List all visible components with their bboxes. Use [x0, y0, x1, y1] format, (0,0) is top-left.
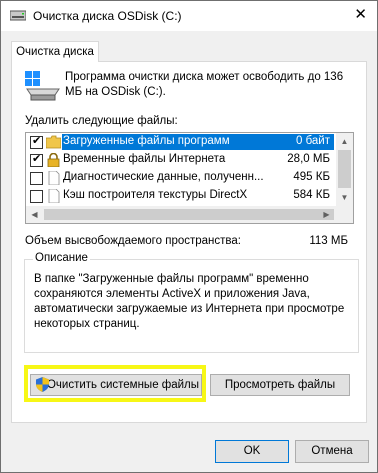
list-item-size: 495 КБ [293, 171, 330, 183]
intro-text: Программа очистки диска может освободить… [65, 71, 344, 98]
checkbox[interactable] [30, 190, 43, 203]
files-to-delete-label: Удалить следующие файлы: [25, 115, 178, 127]
cleanup-system-files-label: Очистить системные файлы [46, 379, 200, 391]
list-item[interactable]: ✔ Временные файлы Интернета 28,0 МБ [26, 151, 353, 169]
disk-cleanup-dialog: Очистка диска OSDisk (C:) ✕ Очистка диск… [0, 0, 378, 473]
cancel-button[interactable]: Отмена [295, 440, 369, 463]
checkmark-icon: ✔ [32, 153, 42, 165]
title-bar: Очистка диска OSDisk (C:) ✕ [1, 1, 377, 31]
checkmark-icon: ✔ [32, 135, 42, 147]
list-item-size: 584 КБ [293, 189, 330, 201]
uac-shield-icon [36, 377, 49, 392]
description-text: В папке "Загруженные файлы программ" вре… [34, 273, 345, 330]
list-item-name: Кэш построителя текстуры DirectX [63, 189, 248, 201]
scroll-thumb[interactable] [338, 150, 351, 188]
folder-icon [46, 135, 61, 149]
list-item-size: 0 байт [295, 135, 330, 147]
list-item-name: Загруженные файлы программ [63, 135, 230, 147]
description-legend: Описание [33, 252, 90, 264]
scroll-right-icon[interactable]: ▶ [318, 206, 335, 223]
scroll-down-icon[interactable]: ▼ [336, 189, 353, 206]
vertical-scrollbar[interactable]: ▲ ▼ [336, 133, 353, 206]
scroll-left-icon[interactable]: ◀ [26, 206, 43, 223]
checkbox[interactable]: ✔ [30, 135, 43, 149]
window-title: Очистка диска OSDisk (C:) [33, 9, 182, 23]
ok-button[interactable]: OK [215, 440, 289, 463]
file-icon [48, 189, 60, 203]
file-icon [48, 171, 60, 185]
drive-icon [25, 71, 60, 101]
scroll-corner [336, 206, 353, 223]
horizontal-scrollbar[interactable]: ◀ ▶ [26, 206, 353, 223]
list-item[interactable]: ✔ Загруженные файлы программ 0 байт [26, 133, 353, 151]
disk-cleanup-icon [10, 10, 26, 21]
checkbox[interactable]: ✔ [30, 153, 43, 167]
list-item[interactable]: Диагностические данные, полученн... 495 … [26, 169, 353, 187]
files-list: ✔ Загруженные файлы программ 0 байт ✔ Вр… [25, 132, 354, 224]
scroll-up-icon[interactable]: ▲ [336, 133, 353, 150]
lock-icon [47, 153, 60, 167]
list-item[interactable]: Кэш построителя текстуры DirectX 584 КБ [26, 187, 353, 205]
checkbox[interactable] [30, 172, 43, 185]
total-space-value: 113 МБ [309, 235, 348, 247]
total-space-label: Объем высвобождаемого пространства: [25, 235, 241, 247]
list-item-name: Временные файлы Интернета [63, 153, 226, 165]
list-item-size: 28,0 МБ [287, 153, 330, 165]
description-group: Описание В папке "Загруженные файлы прог… [24, 252, 359, 353]
close-icon[interactable]: ✕ [354, 7, 367, 22]
list-item-name: Диагностические данные, полученн... [63, 171, 264, 183]
view-files-button[interactable]: Просмотреть файлы [210, 374, 350, 396]
cleanup-system-files-button[interactable]: Очистить системные файлы [30, 374, 202, 396]
tab-panel: Программа очистки диска может освободить… [11, 61, 367, 423]
scroll-thumb[interactable] [44, 209, 334, 220]
tab-disk-cleanup[interactable]: Очистка диска [11, 41, 99, 62]
